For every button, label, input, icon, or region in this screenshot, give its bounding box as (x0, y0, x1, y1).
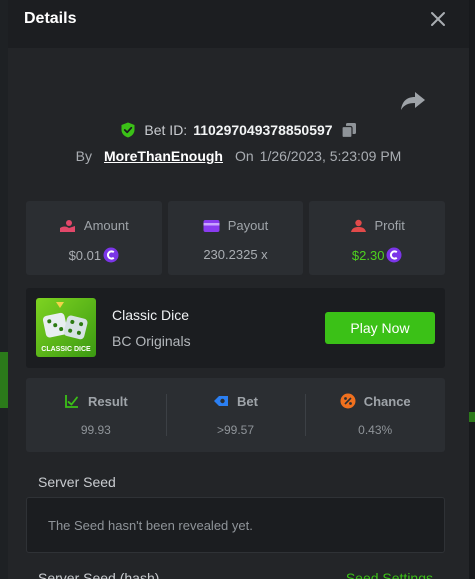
game-provider: BC Originals (112, 333, 191, 349)
bet-result-panel: Result 99.93 Bet >99.57 Chance 0.43% (26, 378, 445, 452)
modal-header: Details (8, 0, 469, 48)
result-cell: Result 99.93 (26, 378, 166, 452)
backdrop-accent-right (469, 412, 475, 422)
profit-label: Profit (374, 218, 405, 233)
game-name: Classic Dice (112, 307, 190, 323)
server-seed-box: The Seed hasn't been revealed yet. (26, 497, 445, 553)
server-seed-hash-title: Server Seed (hash) (38, 570, 160, 579)
result-value: 99.93 (80, 423, 111, 437)
classic-dice-thumbnail[interactable]: CLASSIC DICE (36, 298, 96, 357)
result-label: Result (87, 393, 128, 409)
coin-icon (386, 247, 402, 263)
payout-card: Payout 230.2325 x (167, 201, 304, 275)
amount-icon (59, 219, 75, 232)
bet-value: >99.57 (216, 423, 255, 437)
backdrop-accent (0, 352, 8, 408)
bet-author-row: By MoreThanEnough On 1/26/2023, 5:23:09 … (8, 147, 469, 165)
backdrop-sidebar (0, 0, 8, 579)
profit-value: $2.30 (351, 247, 385, 263)
chance-icon (340, 393, 356, 409)
game-card: CLASSIC DICE Classic Dice BC Originals P… (26, 288, 445, 368)
chance-label: Chance (363, 393, 411, 409)
bet-details-modal: Details Bet ID: 110297049378850597 By Mo… (8, 0, 469, 579)
amount-label: Amount (83, 218, 129, 233)
copy-icon[interactable] (340, 122, 357, 138)
payout-icon (203, 219, 220, 232)
profit-card: Profit $2.30 (309, 201, 446, 275)
chance-cell: Chance 0.43% (305, 378, 445, 452)
chance-value: 0.43% (358, 423, 393, 437)
bet-icon (214, 396, 229, 406)
bet-stats: Amount $0.01 Payout 230.2325 x Profit $2… (26, 201, 446, 275)
payout-value: 230.2325 x (203, 247, 268, 262)
bet-cell: Bet >99.57 (165, 378, 306, 452)
server-seed-title: Server Seed (38, 474, 116, 490)
result-icon (65, 395, 78, 408)
bet-id-value: 110297049378850597 (193, 122, 333, 138)
bet-label: Bet (237, 393, 258, 409)
amount-card: Amount $0.01 (26, 201, 162, 275)
server-seed-message: The Seed hasn't been revealed yet. (48, 518, 253, 533)
shield-check-icon (121, 122, 135, 138)
profit-icon (350, 219, 366, 232)
username-link[interactable]: MoreThanEnough (104, 148, 223, 164)
modal-title: Details (24, 10, 77, 27)
close-icon[interactable] (427, 8, 449, 30)
share-icon[interactable] (400, 90, 426, 112)
by-label: By (75, 148, 92, 164)
bet-id-row: Bet ID: 110297049378850597 (8, 121, 469, 139)
payout-label: Payout (227, 218, 269, 233)
on-label: On (234, 148, 254, 164)
amount-value: $0.01 (68, 247, 102, 263)
thumbnail-text: CLASSIC DICE (41, 346, 91, 353)
bet-id-label: Bet ID: (144, 122, 188, 138)
bet-datetime: 1/26/2023, 5:23:09 PM (259, 148, 402, 164)
seed-settings-link[interactable]: Seed Settings (346, 570, 433, 579)
coin-icon (103, 247, 119, 263)
play-now-button[interactable]: Play Now (325, 312, 435, 344)
